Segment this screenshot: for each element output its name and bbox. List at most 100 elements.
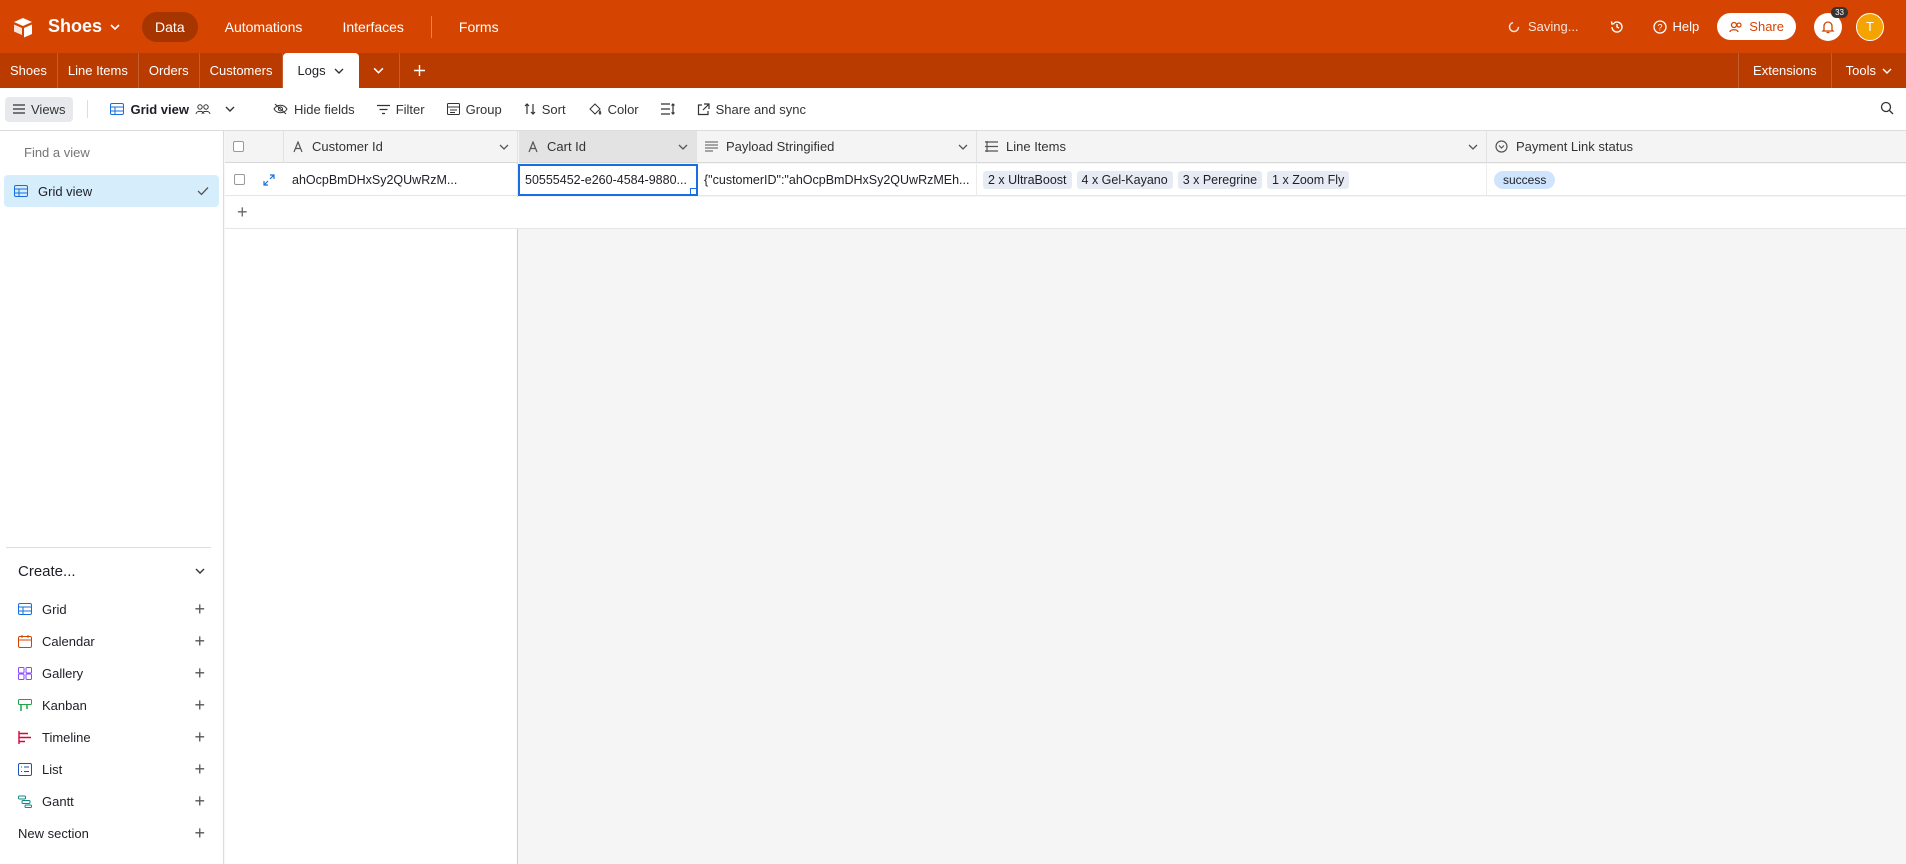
- column-header-cart-id[interactable]: Cart Id: [519, 131, 697, 163]
- select-all-checkbox[interactable]: [233, 141, 244, 152]
- create-toggle[interactable]: Create...: [0, 549, 223, 593]
- base-name-button[interactable]: Shoes: [48, 16, 120, 37]
- group-label: Group: [465, 101, 502, 117]
- column-header-line-items[interactable]: Line Items: [977, 131, 1487, 163]
- paint-bucket-icon: [588, 102, 601, 115]
- sort-icon: [524, 103, 536, 115]
- column-header-customer-id[interactable]: Customer Id: [284, 131, 518, 163]
- search-button[interactable]: [1880, 101, 1894, 118]
- share-and-sync-button[interactable]: Share and sync: [689, 97, 814, 122]
- share-button[interactable]: Share: [1717, 13, 1796, 40]
- column-header-label: Payload Stringified: [726, 139, 835, 154]
- create-item-label: Grid: [42, 601, 67, 617]
- views-toggle-button[interactable]: Views: [5, 96, 74, 122]
- expand-record-icon[interactable]: [263, 173, 275, 186]
- bell-icon: [1821, 20, 1835, 33]
- chevron-down-icon[interactable]: [334, 66, 344, 76]
- help-button[interactable]: ? Help: [1652, 19, 1699, 34]
- spinner-icon: [1508, 21, 1520, 32]
- new-section-button[interactable]: New section +: [0, 817, 223, 849]
- find-view-input[interactable]: [24, 144, 200, 160]
- tab-shoes[interactable]: Shoes: [0, 53, 58, 88]
- nav-interfaces[interactable]: Interfaces: [329, 12, 416, 42]
- table-tabs-bar: Shoes Line Items Orders Customers Logs E…: [0, 53, 1906, 88]
- group-button[interactable]: Group: [439, 97, 510, 122]
- hide-fields-button[interactable]: Hide fields: [265, 97, 363, 122]
- tools-button[interactable]: Tools: [1830, 53, 1906, 88]
- plus-icon: +: [194, 695, 205, 715]
- kanban-icon: [18, 698, 32, 711]
- chevron-down-icon[interactable]: [958, 142, 968, 152]
- plus-icon: +: [194, 791, 205, 811]
- grid-icon: [110, 103, 125, 115]
- row-height-button[interactable]: [653, 98, 683, 120]
- row-checkbox[interactable]: [234, 174, 245, 185]
- airtable-logo-icon[interactable]: [12, 16, 34, 38]
- nav-automations[interactable]: Automations: [212, 12, 316, 42]
- eye-slash-icon: [273, 103, 288, 115]
- create-list[interactable]: List +: [0, 753, 223, 785]
- create-item-label: Kanban: [42, 697, 87, 713]
- avatar[interactable]: T: [1856, 12, 1884, 41]
- line-item-chip: 4 x Gel-Kayano: [1076, 170, 1173, 189]
- sort-label: Sort: [541, 101, 566, 117]
- add-table-button[interactable]: [398, 53, 439, 88]
- cell-payload-stringified[interactable]: {"customerID":"ahOcpBmDHxSy2QUwRzMEh...: [698, 164, 977, 196]
- color-button[interactable]: Color: [580, 97, 647, 122]
- nav-divider: [430, 15, 432, 38]
- view-switcher-button[interactable]: Grid view: [102, 97, 243, 122]
- chevron-down-icon[interactable]: [678, 142, 688, 152]
- plus-icon: +: [194, 631, 205, 651]
- cell-customer-id[interactable]: ahOcpBmDHxSy2QUwRzM...: [284, 164, 518, 196]
- create-calendar[interactable]: Calendar +: [0, 625, 223, 657]
- tools-label: Tools: [1845, 63, 1876, 78]
- cell-line-items[interactable]: 2 x UltraBoost 4 x Gel-Kayano 3 x Peregr…: [977, 164, 1487, 196]
- create-section: Create... Grid + Calendar + Gallery + Ka…: [0, 549, 223, 849]
- status-badge: success: [1494, 170, 1556, 189]
- history-icon[interactable]: [1609, 19, 1625, 35]
- select-all-header: [225, 131, 284, 163]
- gantt-icon: [18, 795, 32, 808]
- add-record-row[interactable]: +: [225, 197, 1906, 229]
- column-header-payment-link-status[interactable]: Payment Link status: [1487, 131, 1906, 163]
- saving-text: Saving...: [1527, 19, 1579, 34]
- fill-handle[interactable]: [690, 188, 696, 194]
- people-icon: [1729, 21, 1742, 32]
- cell-cart-id[interactable]: 50555452-e260-4584-9880...: [518, 164, 698, 196]
- filter-icon: [376, 104, 390, 114]
- share-and-sync-label: Share and sync: [715, 101, 806, 117]
- create-item-label: Gantt: [42, 793, 74, 809]
- column-header-payload-stringified[interactable]: Payload Stringified: [697, 131, 977, 163]
- notification-badge: 33: [1831, 6, 1848, 18]
- svg-text:?: ?: [1657, 22, 1662, 32]
- tab-orders[interactable]: Orders: [139, 53, 200, 88]
- nav-forms[interactable]: Forms: [446, 12, 512, 42]
- create-gantt[interactable]: Gantt +: [0, 785, 223, 817]
- color-label: Color: [607, 101, 639, 117]
- tab-logs[interactable]: Logs: [283, 53, 359, 88]
- chevron-down-icon[interactable]: [499, 142, 509, 152]
- notifications-button[interactable]: 33: [1814, 6, 1848, 41]
- grid-frozen-pane: [225, 131, 518, 864]
- data-grid: Customer Id Cart Id Payload Stringified …: [225, 131, 1906, 864]
- extensions-button[interactable]: Extensions: [1738, 53, 1831, 88]
- share-external-icon: [697, 102, 710, 115]
- plus-icon: +: [237, 202, 248, 222]
- cell-payment-link-status[interactable]: success: [1487, 164, 1906, 196]
- create-grid[interactable]: Grid +: [0, 593, 223, 625]
- tab-customers[interactable]: Customers: [200, 53, 284, 88]
- sidebar-item-grid-view[interactable]: Grid view: [4, 175, 219, 207]
- chevron-down-icon: [373, 67, 384, 74]
- new-section-label: New section: [18, 825, 89, 841]
- chevron-down-icon[interactable]: [1468, 142, 1478, 152]
- create-timeline[interactable]: Timeline +: [0, 721, 223, 753]
- text-field-icon: [293, 140, 303, 152]
- tab-line-items[interactable]: Line Items: [58, 53, 139, 88]
- create-gallery[interactable]: Gallery +: [0, 657, 223, 689]
- create-kanban[interactable]: Kanban +: [0, 689, 223, 721]
- all-tables-button[interactable]: [359, 53, 399, 88]
- group-icon: [446, 103, 460, 115]
- sort-button[interactable]: Sort: [516, 97, 574, 122]
- filter-button[interactable]: Filter: [369, 97, 433, 122]
- nav-data[interactable]: Data: [142, 11, 198, 42]
